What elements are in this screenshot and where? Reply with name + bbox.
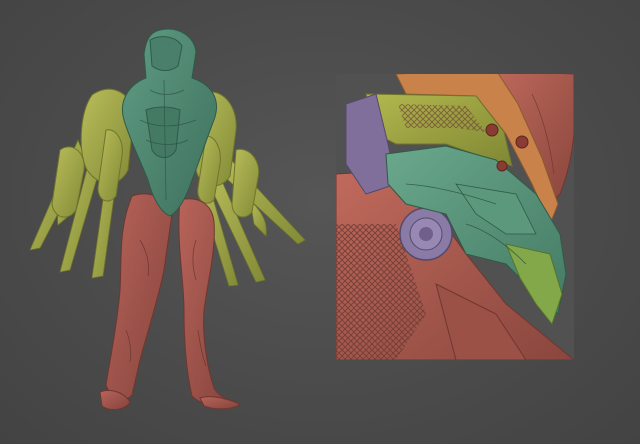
helmet-closeup-frame <box>336 74 574 360</box>
render-viewport <box>0 0 640 444</box>
helmet-closeup <box>336 74 574 360</box>
creature-full-body <box>29 28 306 410</box>
